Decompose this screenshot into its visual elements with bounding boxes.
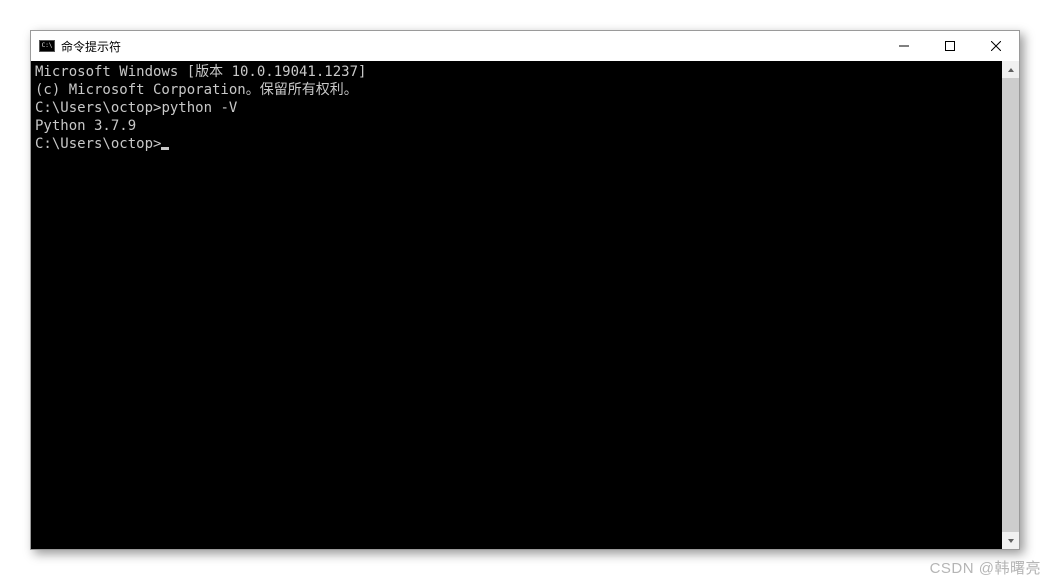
titlebar[interactable]: 命令提示符 [31, 31, 1019, 61]
prompt: C:\Users\octop> [35, 100, 161, 116]
watermark: CSDN @韩曙亮 [930, 557, 1041, 578]
vertical-scrollbar[interactable] [1002, 61, 1019, 549]
cmd-icon [39, 40, 55, 52]
terminal-area: Microsoft Windows [版本 10.0.19041.1237](c… [31, 61, 1019, 549]
close-button[interactable] [973, 31, 1019, 61]
command-text: python -V [161, 100, 237, 116]
command-prompt-window: 命令提示符 Microsoft Windows [版本 10.0.19041.1… [30, 30, 1020, 550]
maximize-button[interactable] [927, 31, 973, 61]
terminal-line: Microsoft Windows [版本 10.0.19041.1237] [35, 63, 998, 81]
terminal-output[interactable]: Microsoft Windows [版本 10.0.19041.1237](c… [31, 61, 1002, 549]
window-shadow: 命令提示符 Microsoft Windows [版本 10.0.19041.1… [30, 30, 1020, 550]
terminal-line: Python 3.7.9 [35, 117, 998, 135]
minimize-button[interactable] [881, 31, 927, 61]
terminal-line: (c) Microsoft Corporation。保留所有权利。 [35, 81, 998, 99]
scroll-thumb[interactable] [1002, 78, 1019, 533]
scroll-down-button[interactable] [1002, 532, 1019, 549]
terminal-line: C:\Users\octop> [35, 135, 998, 153]
window-controls [881, 31, 1019, 61]
window-title: 命令提示符 [61, 38, 121, 55]
terminal-line: C:\Users\octop>python -V [35, 99, 998, 117]
prompt: C:\Users\octop> [35, 136, 161, 152]
scroll-up-button[interactable] [1002, 61, 1019, 78]
cursor [161, 147, 169, 150]
